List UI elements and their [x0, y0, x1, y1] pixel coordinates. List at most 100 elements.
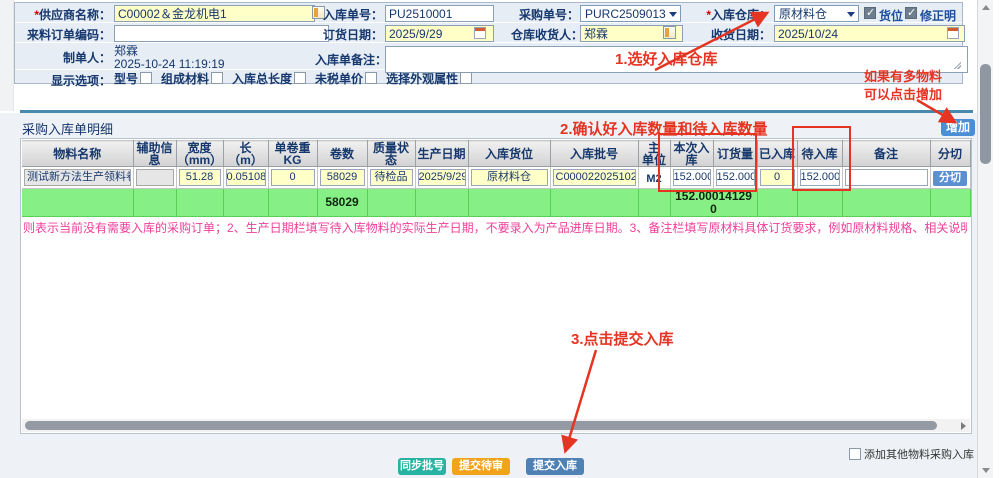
calendar-icon[interactable] — [474, 27, 486, 39]
resize-grip-icon[interactable] — [953, 61, 961, 69]
column-header: 宽度 （mm） — [176, 141, 223, 167]
vertical-scrollbar[interactable] — [977, 0, 993, 478]
submit-inbound-button[interactable]: 提交入库 — [526, 458, 584, 475]
location-checkbox-label: 货位 — [879, 7, 903, 24]
option-model-checkbox[interactable] — [140, 72, 152, 84]
material-order-input[interactable] — [114, 25, 329, 42]
column-header: 主 单位 — [638, 141, 670, 167]
annotation-step3: 3.点击提交入库 — [571, 328, 674, 349]
row-remark-input[interactable] — [845, 169, 928, 186]
location-checkbox[interactable] — [864, 7, 876, 19]
column-header: 已入库 — [757, 141, 797, 167]
summary-row: 58029 152.00014129 0 — [22, 189, 970, 217]
warehouse-value: 原材料仓 — [779, 7, 827, 21]
column-header: 待入库 — [797, 141, 842, 167]
inbound-header-form: *供应商名称： 入库单号： 采购单号： PURC2509013 *入库仓库： 原… — [14, 2, 963, 84]
display-options-group: 型号 组成材料 入库总长度 未税单价 选择外观属性 — [114, 71, 472, 85]
summary-empty-cell — [468, 189, 550, 217]
main-unit-cell: M2 — [646, 173, 661, 185]
order-qty-input[interactable]: 152.0001 — [716, 169, 755, 186]
scroll-up-arrow-icon[interactable] — [982, 5, 990, 10]
option-length-label: 入库总长度 — [232, 70, 292, 87]
scroll-down-arrow-icon[interactable] — [982, 468, 990, 473]
column-header: 本次入库 — [670, 141, 713, 167]
summary-empty-cell — [176, 189, 223, 217]
add-other-material-checkbox[interactable] — [849, 448, 861, 460]
calendar-icon[interactable] — [947, 27, 959, 39]
creator-label: 制单人： — [15, 49, 111, 66]
option-material-label: 组成材料 — [161, 70, 209, 87]
summary-empty-cell — [415, 189, 468, 217]
width-input[interactable]: 51.28 — [179, 169, 221, 186]
left-edge-strip — [0, 0, 14, 111]
annotation-more-materials-line1: 如果有多物料 — [864, 66, 942, 85]
purchase-no-value: PURC2509013 — [585, 7, 666, 21]
column-header: 生产日期 — [415, 141, 468, 167]
column-header: 辅助信息 — [133, 141, 176, 167]
horizontal-scrollbar-thumb[interactable] — [25, 421, 937, 430]
quality-status-input[interactable]: 待检品 — [370, 169, 413, 186]
received-qty-input: 0 — [760, 169, 795, 186]
receive-date-input[interactable] — [774, 25, 965, 42]
horizontal-scrollbar[interactable] — [22, 419, 970, 432]
summary-value-cell: 152.00014129 0 — [670, 189, 757, 217]
detail-table: 物料名称辅助信息宽度 （mm）长 （m）单卷重 KG卷数质量状态生产日期入库货位… — [22, 140, 971, 217]
production-date-input[interactable]: 2025/9/29 1 — [418, 169, 466, 186]
inbound-no-input[interactable] — [385, 5, 494, 22]
summary-value-cell: 58029 — [317, 189, 367, 217]
summary-empty-cell — [638, 189, 670, 217]
display-options-label: 显示选项： — [15, 72, 111, 89]
inbound-batch-input[interactable]: C000022025102411 — [553, 169, 636, 186]
pending-inbound-input[interactable]: 152.0001 — [800, 169, 840, 186]
column-header: 备注 — [842, 141, 930, 167]
option-appearance-label: 选择外观属性 — [386, 70, 458, 87]
row-separator — [15, 42, 962, 43]
add-row-button[interactable]: 增加 — [941, 119, 975, 136]
aux-info-cell — [136, 169, 174, 186]
summary-empty-cell — [930, 189, 970, 217]
submit-review-button[interactable]: 提交待审 — [452, 458, 510, 475]
current-inbound-input[interactable]: 152.0001 — [673, 169, 711, 186]
summary-empty-cell — [550, 189, 638, 217]
inbound-no-label: 入库单号： — [315, 6, 383, 23]
help-text: 则表示当前没有需要入库的采购订单；2、生产日期栏填写待入库物料的实际生产日期，不… — [23, 219, 967, 236]
detail-grid-container: 物料名称辅助信息宽度 （mm）长 （m）单卷重 KG卷数质量状态生产日期入库货位… — [20, 138, 972, 434]
add-other-material-label: 添加其他物料采购入库 — [864, 446, 974, 462]
option-material-checkbox[interactable] — [211, 72, 223, 84]
column-header: 订货量 — [713, 141, 757, 167]
column-header: 入库货位 — [468, 141, 550, 167]
section-divider — [20, 110, 973, 113]
supplier-input[interactable] — [114, 5, 315, 22]
summary-empty-cell — [797, 189, 842, 217]
annotation-step1: 1.选好入库仓库 — [615, 48, 718, 69]
roll-count-input[interactable]: 58029 — [320, 169, 365, 186]
annotation-more-materials-line2: 可以点击增加 — [864, 84, 942, 103]
split-button[interactable]: 分切 — [933, 171, 967, 186]
detail-section-title: 采购入库单明细 — [22, 119, 113, 138]
summary-empty-cell — [223, 189, 268, 217]
length-input[interactable]: 0.05108 — [226, 169, 266, 186]
sync-batch-button[interactable]: 同步批号 — [398, 458, 446, 475]
column-header: 单卷重 KG — [268, 141, 317, 167]
purchase-no-select[interactable]: PURC2509013 — [580, 5, 681, 22]
option-length-checkbox[interactable] — [294, 72, 306, 84]
summary-empty-cell — [268, 189, 317, 217]
inbound-location-input[interactable]: 原材料仓 — [471, 169, 548, 186]
option-model-label: 型号 — [114, 70, 138, 87]
column-header: 卷数 — [317, 141, 367, 167]
fix-location-checkbox[interactable] — [905, 7, 917, 19]
supplier-label: *供应商名称： — [15, 6, 111, 23]
roll-weight-input[interactable]: 0 — [271, 169, 315, 186]
warehouse-select[interactable]: 原材料仓 — [774, 5, 859, 22]
material-order-label: 来料订单编码： — [15, 26, 111, 43]
vertical-scrollbar-thumb[interactable] — [980, 64, 991, 164]
scroll-right-arrow-icon[interactable] — [961, 422, 966, 430]
option-price-checkbox[interactable] — [365, 72, 377, 84]
annotation-step2: 2.确认好入库数量和待入库数量 — [560, 118, 768, 139]
option-appearance-checkbox[interactable] — [460, 72, 472, 84]
detail-row: 测试新方法生产领料卷料 51.28 0.05108 0 58029 待检品 2025/9/2… — [22, 167, 970, 189]
material-name-input: 测试新方法生产领料卷料 — [24, 169, 131, 186]
add-other-material-option: 添加其他物料采购入库 — [849, 446, 974, 462]
summary-empty-cell — [22, 189, 133, 217]
option-price-label: 未税单价 — [315, 70, 363, 87]
